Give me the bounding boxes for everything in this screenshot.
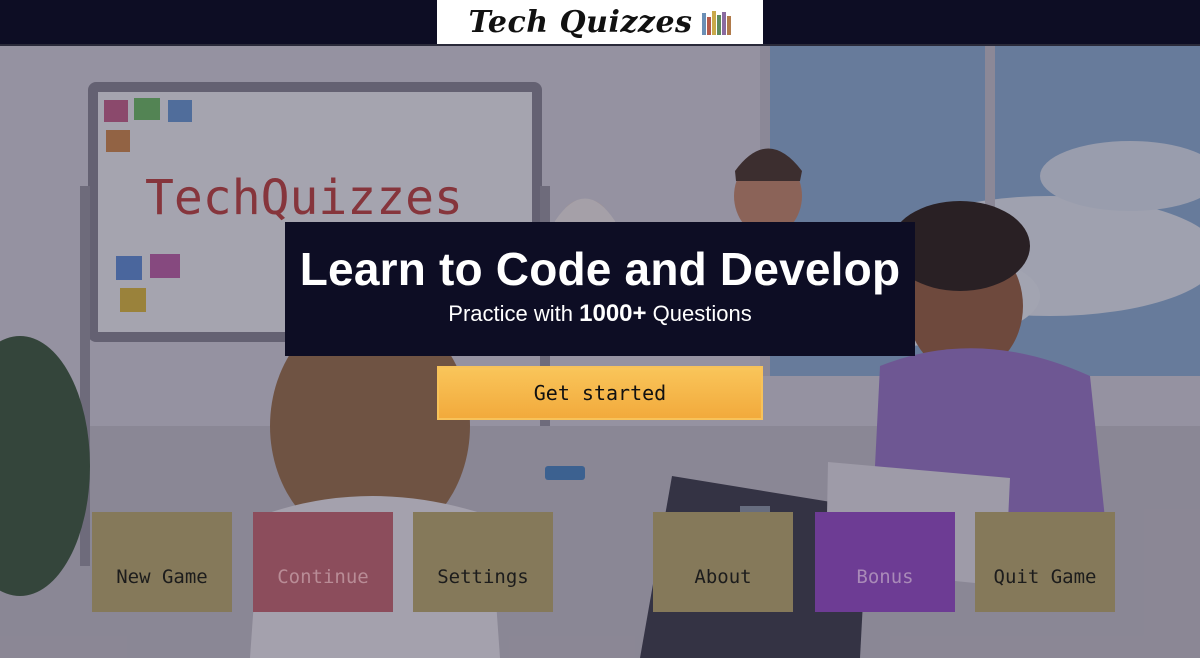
quit-game-button[interactable]: Quit Game [975,512,1115,612]
about-button[interactable]: About [653,512,793,612]
top-bar: Tech Quizzes [0,0,1200,46]
logo: Tech Quizzes [437,0,763,44]
new-game-button[interactable]: New Game [92,512,232,612]
get-started-button[interactable]: Get started [437,366,763,420]
hero-panel: Learn to Code and Develop Practice with … [285,222,915,356]
books-icon [702,9,732,35]
settings-button[interactable]: Settings [413,512,553,612]
subtitle-suffix: Questions [652,301,752,326]
question-count: 1000+ [579,300,647,327]
subtitle-prefix: Practice with [448,301,573,326]
bonus-button[interactable]: Bonus [815,512,955,612]
hero-subtitle: Practice with 1000+ Questions [285,300,915,328]
logo-text: Tech Quizzes [468,4,693,40]
hero-title: Learn to Code and Develop [299,243,901,295]
continue-button[interactable]: Continue [253,512,393,612]
